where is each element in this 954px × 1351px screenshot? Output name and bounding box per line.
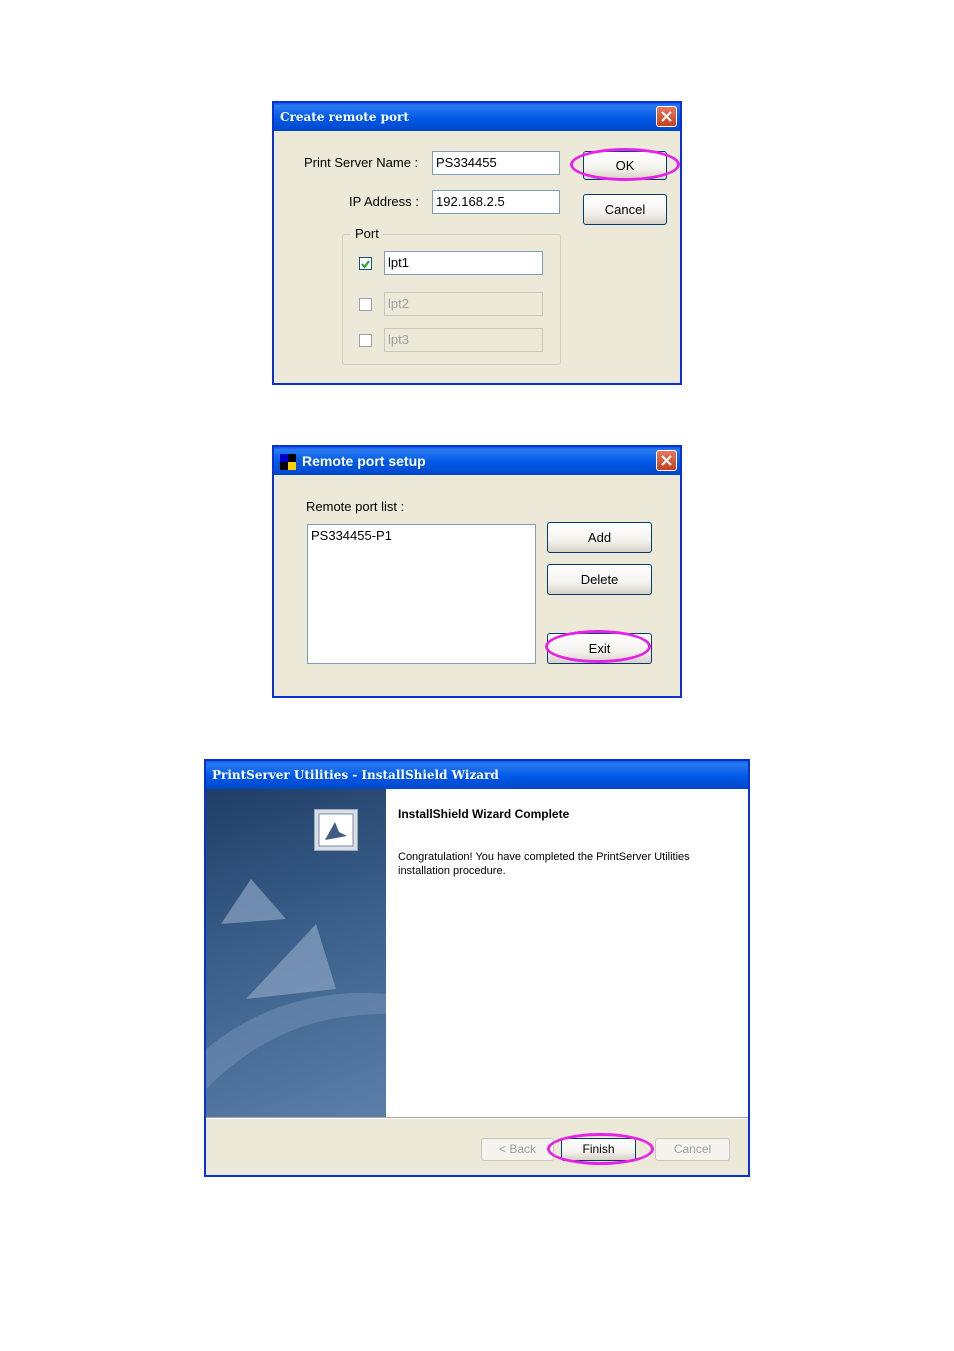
cancel-button[interactable]: Cancel bbox=[655, 1138, 730, 1161]
sail-graphic bbox=[206, 879, 386, 1089]
remote-port-setup-dialog: Remote port setup Remote port list : PS3… bbox=[272, 445, 682, 698]
lpt1-input[interactable]: lpt1 bbox=[384, 251, 543, 275]
title-bar[interactable]: Remote port setup bbox=[274, 447, 680, 475]
delete-button[interactable]: Delete bbox=[547, 564, 652, 595]
dialog-title: PrintServer Utilities - InstallShield Wi… bbox=[212, 768, 499, 782]
wizard-side-graphic bbox=[206, 789, 386, 1117]
create-remote-port-dialog: Create remote port Print Server Name : P… bbox=[272, 101, 682, 385]
remote-port-list-label: Remote port list : bbox=[306, 499, 405, 514]
lpt3-checkbox[interactable] bbox=[359, 334, 372, 347]
wizard-divider bbox=[206, 1117, 748, 1119]
wizard-content-area: InstallShield Wizard Complete Congratula… bbox=[386, 789, 748, 1117]
print-server-name-label: Print Server Name : bbox=[304, 155, 419, 170]
ok-button[interactable]: OK bbox=[583, 151, 667, 180]
add-button[interactable]: Add bbox=[547, 522, 652, 553]
installshield-logo-icon bbox=[314, 809, 358, 851]
title-bar[interactable]: PrintServer Utilities - InstallShield Wi… bbox=[206, 761, 748, 789]
back-button[interactable]: < Back bbox=[481, 1138, 554, 1161]
exit-button[interactable]: Exit bbox=[547, 633, 652, 664]
wizard-heading: InstallShield Wizard Complete bbox=[398, 807, 570, 821]
title-bar[interactable]: Create remote port bbox=[274, 103, 680, 131]
wizard-message: Congratulation! You have completed the P… bbox=[398, 851, 690, 877]
checkmark-icon bbox=[361, 260, 370, 269]
lpt1-checkbox[interactable] bbox=[359, 257, 372, 270]
dialog-title: Create remote port bbox=[280, 110, 409, 124]
ip-address-label: IP Address : bbox=[349, 194, 419, 209]
port-group-label: Port bbox=[351, 226, 383, 241]
dialog-title: Remote port setup bbox=[302, 453, 426, 469]
cancel-button[interactable]: Cancel bbox=[583, 194, 667, 225]
print-server-name-input[interactable]: PS334455 bbox=[432, 151, 560, 175]
list-item[interactable]: PS334455-P1 bbox=[308, 525, 535, 546]
lpt2-input[interactable]: lpt2 bbox=[384, 292, 543, 316]
close-icon bbox=[661, 111, 672, 122]
lpt3-input[interactable]: lpt3 bbox=[384, 328, 543, 352]
close-icon bbox=[661, 455, 672, 466]
remote-port-listbox[interactable]: PS334455-P1 bbox=[307, 524, 536, 664]
finish-button[interactable]: Finish bbox=[561, 1138, 636, 1161]
lpt2-checkbox[interactable] bbox=[359, 298, 372, 311]
app-icon bbox=[280, 454, 296, 470]
ip-address-input[interactable]: 192.168.2.5 bbox=[432, 190, 560, 214]
close-button[interactable] bbox=[656, 106, 677, 127]
close-button[interactable] bbox=[656, 450, 677, 471]
installshield-wizard-dialog: PrintServer Utilities - InstallShield Wi… bbox=[204, 759, 750, 1177]
